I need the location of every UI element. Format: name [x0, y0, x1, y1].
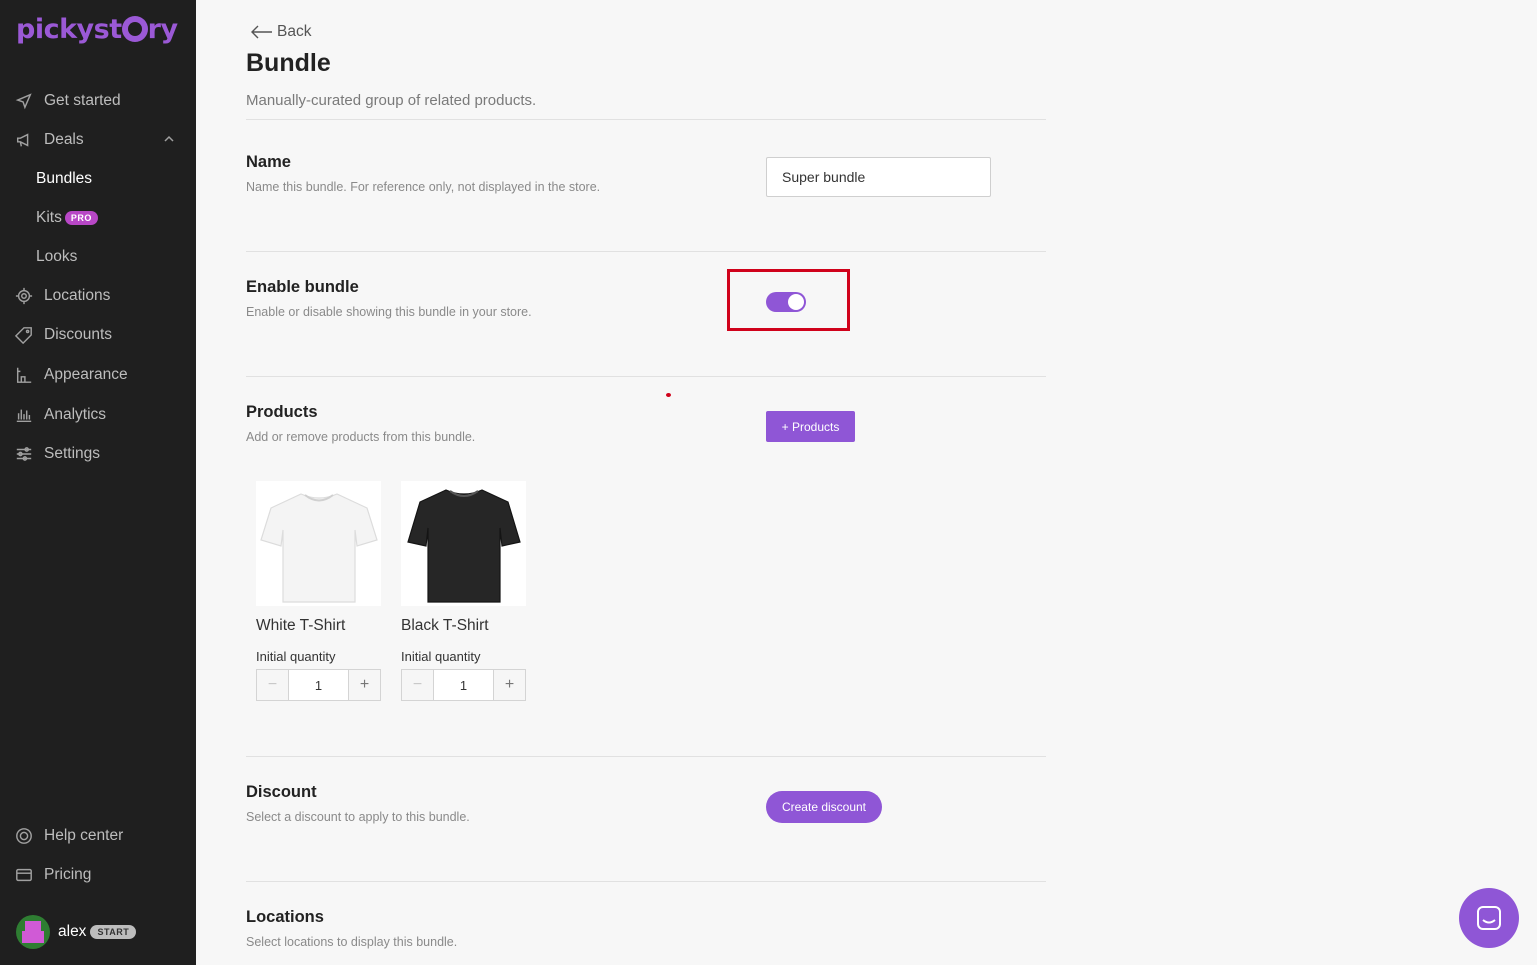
- sidebar: pickyst ry Get started Deals Bundles Kits…: [0, 0, 196, 965]
- sidebar-item-label: Get started: [44, 92, 121, 109]
- product-image-white-tshirt[interactable]: [256, 481, 381, 606]
- sidebar-item-label: Discounts: [44, 326, 113, 343]
- locations-section-desc: Select locations to display this bundle.: [246, 935, 458, 949]
- divider: [246, 756, 1046, 757]
- enable-section-desc: Enable or disable showing this bundle in…: [246, 305, 532, 319]
- chevron-up-icon[interactable]: [163, 132, 175, 144]
- sidebar-item-label: Help center: [44, 827, 124, 844]
- products-section-title: Products: [246, 403, 318, 421]
- create-discount-button[interactable]: Create discount: [766, 791, 882, 823]
- sidebar-item-get-started[interactable]: Get started: [14, 91, 121, 111]
- decrease-button[interactable]: −: [257, 670, 289, 700]
- logo-text-end: ry: [147, 14, 178, 45]
- sidebar-item-label: Deals: [44, 131, 84, 148]
- product-card: White T-Shirt Initial quantity − +: [256, 481, 381, 701]
- increase-button[interactable]: +: [493, 670, 525, 700]
- back-link[interactable]: Back: [250, 23, 311, 41]
- divider: [246, 881, 1046, 882]
- product-image-black-tshirt[interactable]: [401, 481, 526, 606]
- page-title: Bundle: [246, 49, 331, 77]
- product-name: White T-Shirt: [256, 617, 346, 634]
- decrease-button[interactable]: −: [402, 670, 434, 700]
- sidebar-item-label: Kits: [36, 209, 62, 226]
- avatar: [16, 915, 50, 949]
- sidebar-item-discounts[interactable]: Discounts: [14, 325, 112, 345]
- send-icon: [14, 91, 34, 111]
- quantity-stepper: − +: [401, 669, 526, 701]
- lifebuoy-icon: [14, 826, 34, 846]
- quantity-stepper: − +: [256, 669, 381, 701]
- enable-section-title: Enable bundle: [246, 278, 359, 296]
- sidebar-item-label: Pricing: [44, 866, 92, 883]
- products-section-desc: Add or remove products from this bundle.: [246, 430, 476, 444]
- sidebar-item-label: Locations: [44, 287, 111, 304]
- sidebar-item-locations[interactable]: Locations: [14, 286, 110, 306]
- cursor-dot: [666, 393, 671, 397]
- sidebar-item-label: Bundles: [36, 170, 93, 187]
- locations-section-title: Locations: [246, 908, 324, 926]
- add-products-button[interactable]: + Products: [766, 411, 855, 442]
- analytics-icon: [14, 405, 34, 425]
- logo-text-start: pickyst: [16, 14, 122, 45]
- user-menu[interactable]: alex START: [16, 915, 137, 949]
- discount-section-title: Discount: [246, 783, 317, 801]
- chat-icon: [1477, 906, 1501, 930]
- sidebar-item-label: Analytics: [44, 406, 107, 423]
- product-name: Black T-Shirt: [401, 617, 489, 634]
- sidebar-item-kits[interactable]: Kits PRO: [36, 209, 98, 227]
- name-section-title: Name: [246, 153, 291, 171]
- tshirt-icon: [259, 492, 378, 603]
- sidebar-item-label: Looks: [36, 248, 78, 265]
- increase-button[interactable]: +: [348, 670, 380, 700]
- sidebar-item-analytics[interactable]: Analytics: [14, 405, 106, 425]
- plan-badge: START: [90, 925, 137, 939]
- sidebar-item-bundles[interactable]: Bundles: [36, 170, 92, 188]
- pickystory-logo[interactable]: pickyst ry: [16, 14, 178, 45]
- back-label: Back: [277, 23, 312, 40]
- product-card: Black T-Shirt Initial quantity − +: [401, 481, 526, 701]
- arrow-left-icon: [251, 25, 272, 39]
- sidebar-item-help-center[interactable]: Help center: [14, 826, 123, 846]
- sidebar-item-label: Settings: [44, 445, 101, 462]
- megaphone-icon: [14, 130, 34, 150]
- sidebar-item-pricing[interactable]: Pricing: [14, 865, 91, 885]
- sidebar-item-label: Appearance: [44, 366, 128, 383]
- quantity-label: Initial quantity: [256, 649, 336, 664]
- enable-bundle-toggle[interactable]: [766, 292, 806, 312]
- toggle-knob: [788, 294, 804, 310]
- divider: [246, 376, 1046, 377]
- quantity-input[interactable]: [434, 670, 493, 700]
- page-subtitle: Manually-curated group of related produc…: [246, 92, 537, 109]
- discount-section-desc: Select a discount to apply to this bundl…: [246, 810, 470, 824]
- quantity-input[interactable]: [289, 670, 348, 700]
- sliders-icon: [14, 444, 34, 464]
- name-section-desc: Name this bundle. For reference only, no…: [246, 180, 601, 194]
- pro-badge: PRO: [64, 211, 98, 225]
- chat-launcher-button[interactable]: [1459, 888, 1519, 948]
- appearance-icon: [14, 365, 34, 385]
- logo-skull-icon: [121, 16, 148, 42]
- sidebar-item-looks[interactable]: Looks: [36, 248, 77, 266]
- divider: [246, 251, 1046, 252]
- bundle-name-input[interactable]: [766, 157, 991, 197]
- sidebar-item-appearance[interactable]: Appearance: [14, 365, 128, 385]
- tshirt-icon: [406, 488, 521, 603]
- tag-icon: [14, 325, 34, 345]
- credit-card-icon: [14, 865, 34, 885]
- location-icon: [14, 286, 34, 306]
- quantity-label: Initial quantity: [401, 649, 481, 664]
- sidebar-item-deals[interactable]: Deals: [14, 130, 84, 150]
- user-name: alex: [58, 923, 87, 940]
- divider: [246, 119, 1046, 120]
- sidebar-item-settings[interactable]: Settings: [14, 444, 100, 464]
